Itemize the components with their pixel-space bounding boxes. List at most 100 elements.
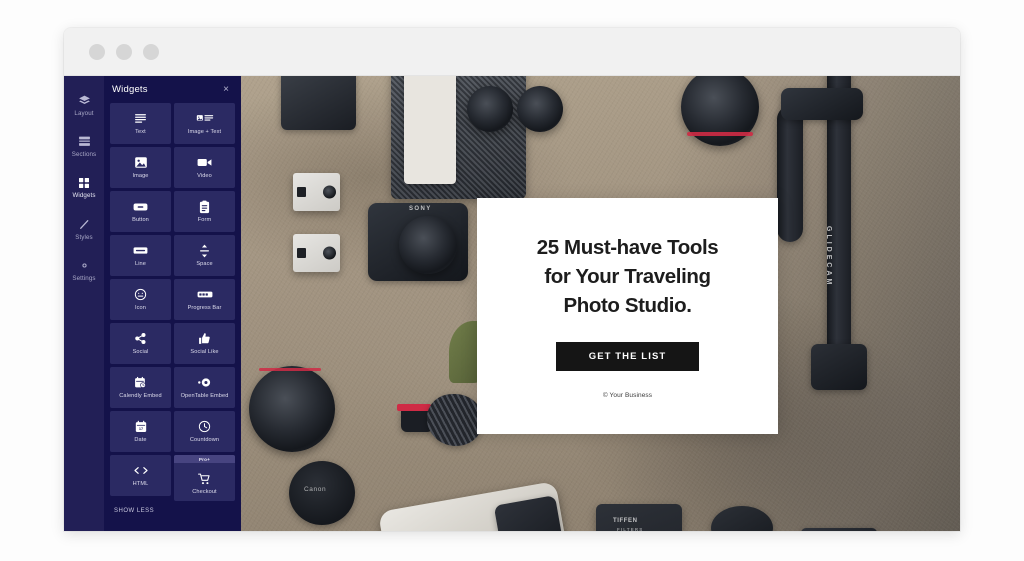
wide-lens — [249, 366, 335, 452]
text-lines-icon — [134, 111, 147, 126]
browser-chrome — [64, 28, 960, 76]
thumbs-up-icon — [198, 331, 211, 346]
widget-tile-image-text[interactable]: Image + Text — [174, 103, 235, 144]
widget-tile-space[interactable]: Space — [174, 235, 235, 276]
microphone-windscreen — [427, 394, 483, 446]
page-title: Widgets — [112, 84, 148, 95]
sections-icon — [77, 134, 92, 149]
widget-tile-countdown[interactable]: Countdown — [174, 411, 235, 452]
pro-badge: Pro+ — [174, 455, 235, 463]
promo-heading: 25 Must-have Tools for Your Traveling Ph… — [523, 233, 733, 320]
microphone-shockmount — [397, 404, 431, 411]
image-text-icon — [196, 111, 214, 126]
widgets-panel-header: Widgets × — [108, 76, 237, 103]
widget-tile-progress-bar[interactable]: Progress Bar — [174, 279, 235, 320]
get-the-list-button[interactable]: GET THE LIST — [556, 342, 699, 372]
widget-tile-label: Text — [135, 129, 146, 136]
sidebar-item-widgets[interactable]: Widgets — [64, 167, 104, 208]
widget-tile-label: Date — [134, 437, 147, 444]
gear-icon — [77, 258, 92, 273]
share-icon — [134, 331, 147, 346]
sidebar-item-sections[interactable]: Sections — [64, 126, 104, 167]
sidebar-item-label: Widgets — [72, 192, 96, 200]
site-canvas[interactable]: SONY Canon TIFFEN FILTERS GLIDECAM 25 Mu… — [241, 76, 960, 531]
lens-red-ring — [259, 368, 321, 371]
widget-tile-video[interactable]: Video — [174, 147, 235, 188]
widget-tile-checkout[interactable]: Pro+ Checkout — [174, 455, 235, 501]
promo-heading-line-2: for Your Traveling — [544, 264, 711, 288]
tripod-head — [801, 528, 877, 531]
widget-tile-label: Icon — [135, 305, 146, 312]
action-camera-top — [293, 173, 340, 211]
glidecam-base — [811, 344, 867, 390]
lens-pocket-a — [467, 86, 513, 132]
show-less-button[interactable]: SHOW LESS — [108, 501, 237, 514]
gopro-housing — [281, 76, 356, 130]
widget-tile-label: Progress Bar — [187, 305, 222, 312]
layers-icon — [77, 93, 92, 108]
widget-tile-label: HTML — [132, 481, 149, 488]
widget-tile-line[interactable]: Line — [110, 235, 171, 276]
widget-tile-social[interactable]: Social — [110, 323, 171, 364]
sidebar-item-label: Settings — [72, 274, 96, 282]
widget-tile-html[interactable]: HTML — [110, 455, 171, 496]
widget-tile-icon[interactable]: Icon — [110, 279, 171, 320]
widget-tile-label: Countdown — [189, 437, 220, 444]
glidecam-gimbal — [781, 88, 863, 120]
widget-tile-form[interactable]: Form — [174, 191, 235, 232]
widget-tile-date[interactable]: 17 Date — [110, 411, 171, 452]
calendar-clock-icon — [134, 375, 147, 390]
widget-tile-image[interactable]: Image — [110, 147, 171, 188]
promo-card[interactable]: 25 Must-have Tools for Your Traveling Ph… — [477, 198, 778, 434]
bag-insert — [404, 76, 456, 184]
widget-tile-social-like[interactable]: Social Like — [174, 323, 235, 364]
widget-tile-text[interactable]: Text — [110, 103, 171, 144]
grid-icon — [77, 175, 92, 190]
widget-tile-label: Social Like — [190, 349, 219, 356]
button-icon — [133, 199, 148, 214]
close-icon[interactable]: × — [221, 83, 231, 97]
sidebar-item-styles[interactable]: Styles — [64, 209, 104, 250]
glidecam-handle — [777, 106, 803, 242]
sidebar-item-label: Styles — [75, 233, 93, 241]
canon-lens-cap — [289, 461, 355, 525]
code-brackets-icon — [133, 463, 149, 478]
widget-tile-label: Checkout — [192, 489, 217, 496]
widget-tile-opentable-embed[interactable]: OpenTable Embed — [174, 367, 235, 408]
sidebar-item-layout[interactable]: Layout — [64, 85, 104, 126]
widget-tile-label: Form — [197, 217, 212, 224]
promo-heading-period: . — [686, 294, 692, 318]
widget-tile-label: Space — [196, 261, 213, 268]
tiffen-brand-label: TIFFEN — [613, 518, 638, 524]
widget-tile-button[interactable]: Button — [110, 191, 171, 232]
calendar-icon: 17 — [135, 419, 147, 434]
clock-icon — [198, 419, 211, 434]
svg-text:17: 17 — [138, 427, 142, 431]
browser-window: Layout Sections Widgets Styles Settings … — [64, 28, 960, 531]
smiley-icon — [134, 287, 147, 302]
widget-tile-calendly-embed[interactable]: Calendly Embed — [110, 367, 171, 408]
minimize-window-dot[interactable] — [116, 43, 132, 60]
page-root: Layout Sections Widgets Styles Settings … — [0, 0, 1024, 561]
opentable-dot-icon — [197, 375, 212, 390]
widgets-panel: Widgets × Text Image + Text Image Video … — [104, 76, 241, 531]
icon-rail: Layout Sections Widgets Styles Settings — [64, 76, 104, 531]
maximize-window-dot[interactable] — [143, 43, 159, 60]
widget-tile-label: Button — [132, 217, 149, 224]
promo-copyright: © Your Business — [602, 392, 653, 400]
vertical-arrows-icon — [199, 243, 210, 258]
promo-heading-line-1: 25 Must-have Tools — [536, 235, 719, 259]
clipboard-form-icon — [199, 199, 210, 214]
traffic-lights — [89, 43, 159, 60]
app-body: Layout Sections Widgets Styles Settings … — [64, 76, 960, 531]
sidebar-item-label: Sections — [71, 151, 97, 159]
video-camera-icon — [197, 155, 212, 170]
widget-tile-label: Social — [132, 349, 149, 356]
sidebar-item-settings[interactable]: Settings — [64, 250, 104, 291]
shopping-cart-icon — [198, 471, 211, 486]
action-camera-bottom — [293, 234, 340, 272]
close-window-dot[interactable] — [89, 43, 105, 60]
image-icon — [134, 155, 148, 170]
widget-tile-label: Line — [135, 261, 146, 268]
lens-pocket-b — [517, 86, 563, 132]
